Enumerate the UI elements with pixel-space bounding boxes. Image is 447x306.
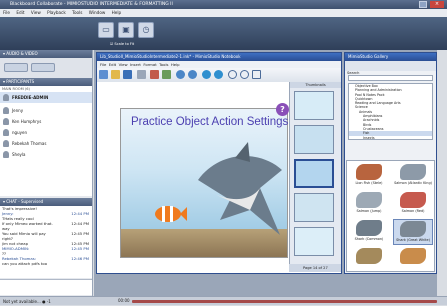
clownfish-image[interactable] [152, 203, 188, 225]
nb-menu-edit[interactable]: Edit [109, 62, 116, 67]
salmon-thumb-icon [400, 164, 426, 180]
chat-input[interactable] [0, 279, 92, 295]
shark-image[interactable] [190, 140, 290, 250]
nb-menu-format[interactable]: Format [143, 62, 156, 67]
shark-common-thumb-icon [356, 220, 382, 236]
thumbnail[interactable] [294, 91, 334, 120]
redo-icon[interactable] [188, 70, 197, 79]
window-title-bar: Blackboard Collaborate - MIMIOSTUDIO INT… [0, 0, 447, 9]
participant-item[interactable]: Sheyla [0, 149, 92, 160]
connection-status: Not yet available... ● -1 [3, 299, 51, 304]
gallery-item[interactable]: Lion Fish (Stele) [349, 163, 389, 189]
question-icon[interactable]: ? [276, 103, 289, 116]
notebook-menu: File Edit View Insert Format Tools Help [97, 61, 341, 68]
gallery-tree: Objective Box Planning and Administratio… [348, 83, 433, 140]
participant-item[interactable]: Jenny [0, 105, 92, 116]
gallery-search-input[interactable] [348, 75, 433, 81]
shark-great-white-thumb-icon [400, 221, 426, 237]
audio-video-header[interactable]: ▾ AUDIO & VIDEO [0, 50, 92, 58]
video-button[interactable] [31, 63, 55, 72]
menu-playback[interactable]: Playback [47, 10, 66, 15]
scale-label: Scale to Fit [114, 42, 135, 46]
participants-header[interactable]: ▾ PARTICIPANTS [0, 78, 92, 86]
gallery-item[interactable]: Shark (Great White) [393, 219, 433, 245]
nb-menu-file[interactable]: File [100, 62, 106, 67]
gallery-item[interactable]: Salmon (Red) [393, 191, 433, 217]
audio-controls [0, 58, 92, 78]
gallery-toolbar [345, 61, 436, 71]
zoom-in-icon[interactable] [228, 70, 237, 79]
thumbnail[interactable] [294, 227, 334, 256]
save-icon[interactable] [123, 70, 132, 79]
salmon-red-thumb-icon [400, 192, 426, 208]
window-close-button[interactable]: × [430, 1, 444, 8]
notebook-title: Lib_StudioII_MimioStudioIntermediate2-1.… [97, 53, 341, 61]
nb-menu-tools[interactable]: Tools [159, 62, 168, 67]
menu-file[interactable]: File [3, 10, 10, 15]
new-icon[interactable] [99, 70, 108, 79]
chat-line: can you attach pdfs too [2, 261, 48, 266]
avatar-icon [3, 129, 9, 136]
nb-menu-view[interactable]: View [119, 62, 128, 67]
playback-time: 00:00 [118, 298, 130, 303]
cut-icon[interactable] [150, 70, 159, 79]
timer-icon[interactable]: ◷ [138, 22, 154, 38]
participant-item[interactable]: FREDDIE-ADMIN [0, 92, 92, 103]
page-indicator: Page 14 of 27 [289, 264, 341, 272]
gallery-grid: Lion Fish (Stele) Salmon (Atlantic King)… [346, 160, 435, 272]
main-toolbar [0, 17, 447, 50]
fit-page-icon[interactable] [252, 70, 261, 79]
nb-menu-help[interactable]: Help [171, 62, 180, 67]
app-share-icon[interactable]: ▣ [118, 22, 134, 38]
menu-bar: File Edit View Playback Tools Window Hel… [0, 9, 447, 17]
thumbnail[interactable] [294, 125, 334, 154]
gallery-title: MimioStudio Gallery [345, 53, 436, 61]
scale-to-fit-toggle[interactable]: ☑ Scale to Fit [110, 42, 134, 46]
participant-item[interactable]: Ken Humphrys [0, 116, 92, 127]
fish-thumb-icon [356, 248, 382, 264]
gallery-item[interactable]: Salmon (Jump) [349, 191, 389, 217]
talk-button[interactable] [4, 63, 28, 72]
menu-help[interactable]: Help [112, 10, 122, 15]
undo-icon[interactable] [176, 70, 185, 79]
print-icon[interactable] [137, 70, 146, 79]
app-title: Blackboard Collaborate - MIMIOSTUDIO INT… [10, 2, 173, 7]
avatar-icon [3, 94, 9, 101]
whiteboard-icon[interactable]: ▭ [98, 22, 114, 38]
thumbnail[interactable] [294, 159, 334, 188]
menu-window[interactable]: Window [89, 10, 106, 15]
open-icon[interactable] [111, 70, 120, 79]
gallery-item[interactable] [393, 247, 433, 273]
copy-icon[interactable] [162, 70, 171, 79]
avatar-icon [3, 107, 9, 114]
avatar-icon [3, 140, 9, 147]
menu-view[interactable]: View [31, 10, 41, 15]
playback-progress[interactable] [132, 300, 437, 303]
zoom-out-icon[interactable] [240, 70, 249, 79]
gallery-item[interactable] [349, 247, 389, 273]
avatar-icon [3, 151, 9, 158]
gallery-item[interactable]: Shark (Common) [349, 219, 389, 245]
forward-icon[interactable] [214, 70, 223, 79]
thumbnail-header: Thumbnails [290, 82, 341, 88]
avatar-icon [3, 118, 9, 125]
tree-item[interactable]: Insects [349, 136, 432, 139]
participant-item[interactable]: nguyen [0, 127, 92, 138]
window-minimize-button[interactable] [419, 1, 427, 8]
nb-menu-insert[interactable]: Insert [130, 62, 141, 67]
menu-edit[interactable]: Edit [16, 10, 24, 15]
thumbnail[interactable] [294, 193, 334, 222]
participants-list: MAIN ROOM (6) FREDDIE-ADMIN Moderator Je… [0, 86, 92, 196]
lionfish-thumb-icon [356, 164, 382, 180]
left-panel: ▾ AUDIO & VIDEO ▾ PARTICIPANTS MAIN ROOM… [0, 50, 93, 296]
gallery-item[interactable]: Salmon (Atlantic King) [393, 163, 433, 189]
chat-header[interactable]: ▾ CHAT - Supervised [0, 198, 92, 206]
slide-title: Practice Object Action Settings [131, 116, 289, 128]
participant-item[interactable]: Rebekah Thomas [0, 138, 92, 149]
chat-log: That's impressive! Jenny: 12:44 PM THats … [0, 206, 92, 278]
salmon-jump-thumb-icon [356, 192, 382, 208]
back-icon[interactable] [202, 70, 211, 79]
fish-thumb-icon [400, 248, 426, 264]
menu-tools[interactable]: Tools [72, 10, 82, 15]
